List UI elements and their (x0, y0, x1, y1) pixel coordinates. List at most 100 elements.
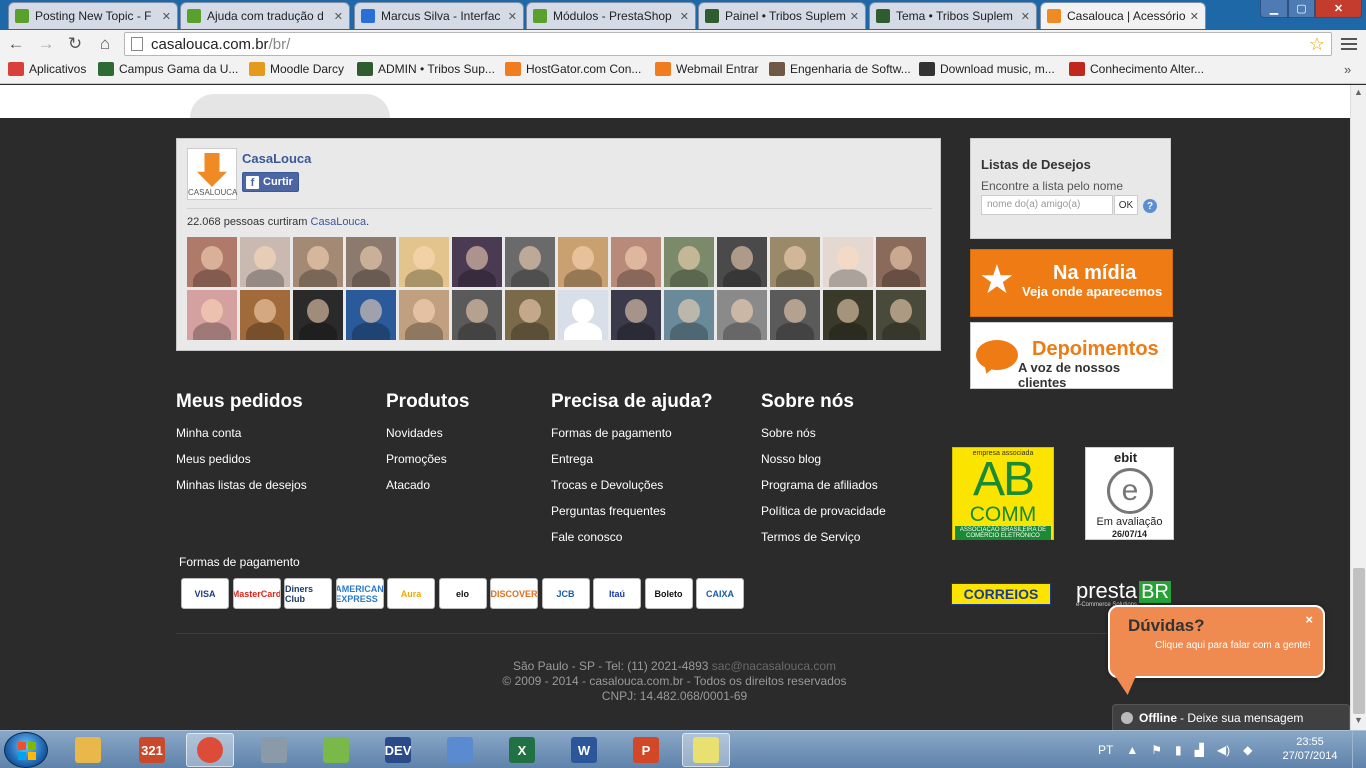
footer-link[interactable]: Novidades (386, 425, 469, 451)
fan-avatar[interactable] (611, 290, 661, 340)
taskbar-notepad-icon[interactable] (312, 733, 360, 767)
tab-close-icon[interactable]: ✕ (680, 10, 689, 23)
browser-tab[interactable]: Tema • Tribos Suplem ✕ (869, 2, 1037, 29)
bookmark-item[interactable]: ADMIN • Tribos Sup... (357, 62, 495, 76)
browser-tab[interactable]: Marcus Silva - Interfac ✕ (354, 2, 524, 29)
na-midia-banner[interactable]: ★ Na mídia Veja onde aparecemos (970, 249, 1173, 317)
fan-avatar[interactable] (505, 290, 555, 340)
address-bar[interactable]: casalouca.com.br/br/ ☆ (124, 32, 1332, 56)
browser-tab[interactable]: Casalouca | Acessórios ✕ (1040, 2, 1206, 29)
start-button[interactable] (4, 732, 48, 768)
help-icon[interactable]: ? (1143, 199, 1157, 213)
fan-avatar[interactable] (452, 237, 502, 287)
depoimentos-banner[interactable]: Depoimentos A voz de nossos clientes (970, 322, 1173, 390)
fan-avatar[interactable] (346, 290, 396, 340)
back-arrow-icon[interactable]: ← (5, 33, 27, 55)
tab-close-icon[interactable]: ✕ (1021, 10, 1030, 23)
taskbar-calculator-icon[interactable] (250, 733, 298, 767)
fan-avatar[interactable] (664, 290, 714, 340)
fan-avatar[interactable] (399, 290, 449, 340)
footer-link[interactable]: Perguntas frequentes (551, 503, 713, 529)
close-window-button[interactable]: ✕ (1315, 0, 1362, 18)
abcomm-seal[interactable]: empresa associada AB COMM ASSOCIAÇÃO BRA… (952, 447, 1054, 540)
bookmarks-more[interactable]: » (1344, 62, 1351, 77)
bookmark-item[interactable]: Webmail Entrar (655, 62, 758, 76)
fan-avatar[interactable] (876, 290, 926, 340)
maximize-button[interactable]: ▢ (1288, 0, 1315, 18)
ebit-seal[interactable]: ebit e Em avaliação 26/07/14 (1085, 447, 1174, 540)
network-icon[interactable]: ▟ (1195, 743, 1204, 757)
tab-close-icon[interactable]: ✕ (334, 10, 343, 23)
taskbar-excel-icon[interactable]: X (498, 733, 546, 767)
footer-link[interactable]: Sobre nós (761, 425, 886, 451)
page-scrollbar[interactable]: ▲ ▼ (1350, 85, 1366, 730)
footer-link[interactable]: Programa de afiliados (761, 477, 886, 503)
wishlist-ok-button[interactable]: OK (1114, 195, 1138, 215)
fan-avatar[interactable] (399, 237, 449, 287)
browser-tab[interactable]: Ajuda com tradução d ✕ (180, 2, 350, 29)
fan-avatar[interactable] (717, 237, 767, 287)
home-icon[interactable]: ⌂ (94, 33, 116, 55)
chat-close-icon[interactable]: × (1305, 612, 1313, 627)
fan-avatar[interactable] (558, 237, 608, 287)
fan-avatar[interactable] (611, 237, 661, 287)
taskbar-dev-cpp-icon[interactable]: DEV (374, 733, 422, 767)
footer-link[interactable]: Minha conta (176, 425, 307, 451)
fan-avatar[interactable] (293, 237, 343, 287)
scroll-thumb[interactable] (1353, 568, 1365, 714)
footer-link[interactable]: Trocas e Devoluções (551, 477, 713, 503)
bookmark-item[interactable]: Campus Gama da U... (98, 62, 238, 76)
footer-link[interactable]: Política de provacidade (761, 503, 886, 529)
fan-avatar[interactable] (876, 237, 926, 287)
taskbar-virtualbox-icon[interactable] (436, 733, 484, 767)
bookmark-item[interactable]: Moodle Darcy (249, 62, 344, 76)
footer-link[interactable]: Promoções (386, 451, 469, 477)
fan-avatar[interactable] (664, 237, 714, 287)
tab-close-icon[interactable]: ✕ (850, 10, 859, 23)
tab-close-icon[interactable]: ✕ (1190, 10, 1199, 23)
flag-icon[interactable]: ⚑ (1151, 743, 1162, 757)
browser-tab[interactable]: Módulos - PrestaShop ✕ (526, 2, 696, 29)
taskbar-powerpoint-icon[interactable]: P (622, 733, 670, 767)
like-count-page-link[interactable]: CasaLouca (311, 216, 367, 228)
fan-avatar[interactable] (770, 290, 820, 340)
fan-avatar[interactable] (558, 290, 608, 340)
facebook-like-button[interactable]: f Curtir (242, 172, 299, 192)
fan-avatar[interactable] (187, 237, 237, 287)
tab-close-icon[interactable]: ✕ (162, 10, 171, 23)
chrome-menu-icon[interactable] (1340, 35, 1358, 53)
chat-invite-bubble[interactable]: Dúvidas? Clique aqui para falar com a ge… (1108, 605, 1325, 678)
fan-avatar[interactable] (293, 290, 343, 340)
fan-avatar[interactable] (240, 290, 290, 340)
footer-link[interactable]: Meus pedidos (176, 451, 307, 477)
taskbar-explorer-icon[interactable] (64, 733, 112, 767)
fan-avatar[interactable] (452, 290, 502, 340)
volume-icon[interactable]: ◀) (1217, 743, 1230, 757)
footer-link[interactable]: Termos de Serviço (761, 529, 886, 555)
bookmark-item[interactable]: HostGator.com Con... (505, 62, 641, 76)
dropbox-icon[interactable]: ◆ (1243, 743, 1252, 757)
footer-link[interactable]: Entrega (551, 451, 713, 477)
fan-avatar[interactable] (187, 290, 237, 340)
bookmark-item[interactable]: Engenharia de Softw... (769, 62, 911, 76)
fan-avatar[interactable] (823, 290, 873, 340)
casalouca-logo[interactable]: CASALOUCA (187, 148, 237, 200)
forward-arrow-icon[interactable]: → (35, 33, 57, 55)
bookmark-item[interactable]: Aplicativos (8, 62, 86, 76)
show-desktop-button[interactable] (1352, 731, 1366, 768)
footer-link[interactable]: Minhas listas de desejos (176, 477, 307, 503)
taskbar-media-player-icon[interactable]: 321 (128, 733, 176, 767)
fan-avatar[interactable] (505, 237, 555, 287)
fan-avatar[interactable] (770, 237, 820, 287)
wishlist-name-input[interactable]: nome do(a) amigo(a) (981, 195, 1113, 215)
language-indicator[interactable]: PT (1098, 743, 1113, 757)
browser-tab[interactable]: Posting New Topic - F ✕ (8, 2, 178, 29)
footer-link[interactable]: Nosso blog (761, 451, 886, 477)
email-link[interactable]: sac@nacasalouca.com (712, 659, 836, 673)
bookmark-item[interactable]: Download music, m... (919, 62, 1055, 76)
clock[interactable]: 23:55 27/07/2014 (1278, 735, 1342, 763)
taskbar-chrome-icon[interactable] (186, 733, 234, 767)
facebook-page-name[interactable]: CasaLouca (242, 151, 311, 166)
footer-link[interactable]: Formas de pagamento (551, 425, 713, 451)
power-icon[interactable]: ▮ (1175, 743, 1182, 757)
